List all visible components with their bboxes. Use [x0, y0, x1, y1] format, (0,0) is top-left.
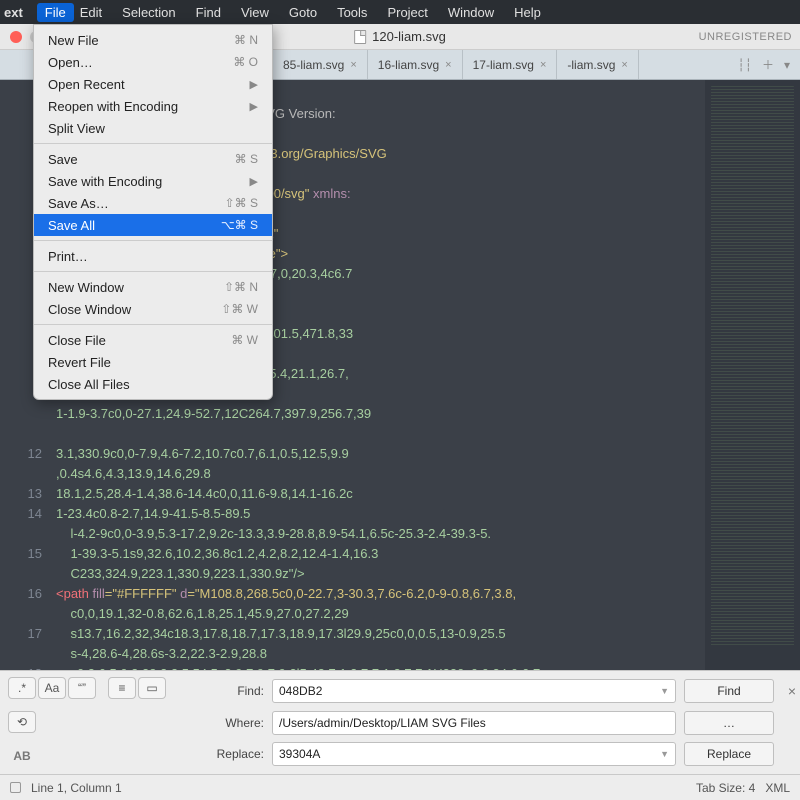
wrap-toggle[interactable]: ⟲	[8, 711, 36, 733]
menu-item-new-file[interactable]: New File⌘ N	[34, 29, 272, 51]
menu-window[interactable]: Window	[448, 5, 494, 20]
find-button[interactable]: Find	[684, 679, 774, 703]
submenu-icon: ▶	[250, 100, 258, 113]
tab-17-liam[interactable]: 17-liam.svg×	[463, 50, 558, 79]
panel-switcher-icon[interactable]	[10, 782, 21, 793]
history-dropdown-icon[interactable]: ▼	[660, 749, 669, 759]
find-options: .* Aa “” ≡ ▭ ⟲ AB	[0, 671, 210, 774]
menu-bar: ext File Edit Selection Find View Goto T…	[0, 0, 800, 24]
menu-project[interactable]: Project	[387, 5, 427, 20]
regex-toggle[interactable]: .*	[8, 677, 36, 699]
menu-item-print[interactable]: Print…	[34, 245, 272, 267]
menu-item-reopen-encoding[interactable]: Reopen with Encoding▶	[34, 95, 272, 117]
menu-item-save[interactable]: Save⌘ S	[34, 148, 272, 170]
menu-separator	[34, 324, 272, 325]
whole-word-toggle[interactable]: “”	[68, 677, 96, 699]
replace-input[interactable]: 39304A▼	[272, 742, 676, 766]
menu-help[interactable]: Help	[514, 5, 541, 20]
menu-file[interactable]: File	[37, 3, 74, 22]
in-selection-toggle[interactable]: ≡	[108, 677, 136, 699]
replace-label: Replace:	[210, 747, 268, 761]
submenu-icon: ▶	[250, 175, 258, 188]
find-input[interactable]: 048DB2▼	[272, 679, 676, 703]
menu-separator	[34, 240, 272, 241]
close-icon[interactable]: ×	[621, 59, 627, 71]
close-window-icon[interactable]	[10, 31, 22, 43]
menu-find[interactable]: Find	[196, 5, 221, 20]
menu-item-save-all[interactable]: Save All⌥⌘ S	[34, 214, 272, 236]
menu-separator	[34, 271, 272, 272]
show-context-toggle[interactable]: ▭	[138, 677, 166, 699]
menu-view[interactable]: View	[241, 5, 269, 20]
submenu-icon: ▶	[250, 78, 258, 91]
close-icon[interactable]: ×	[350, 59, 356, 71]
file-menu-dropdown: New File⌘ N Open…⌘ O Open Recent▶ Reopen…	[33, 24, 273, 400]
close-panel-icon[interactable]: ×	[784, 683, 800, 699]
find-replace-panel: .* Aa “” ≡ ▭ ⟲ AB Find: 048DB2▼ Find × W…	[0, 670, 800, 774]
menu-item-save-as[interactable]: Save As…⇧⌘ S	[34, 192, 272, 214]
menu-edit[interactable]: Edit	[80, 5, 102, 20]
menu-item-new-window[interactable]: New Window⇧⌘ N	[34, 276, 272, 298]
status-bar: Line 1, Column 1 Tab Size: 4 XML	[0, 774, 800, 800]
menu-item-save-encoding[interactable]: Save with Encoding▶	[34, 170, 272, 192]
menu-item-close-file[interactable]: Close File⌘ W	[34, 329, 272, 351]
window-title: 120-liam.svg	[372, 29, 446, 44]
tab-liam[interactable]: -liam.svg×	[557, 50, 638, 79]
where-label: Where:	[210, 716, 268, 730]
preserve-case-toggle[interactable]: AB	[8, 745, 36, 767]
replace-button[interactable]: Replace	[684, 742, 774, 766]
tab-16-liam[interactable]: 16-liam.svg×	[368, 50, 463, 79]
tab-size-selector[interactable]: Tab Size: 4	[696, 781, 755, 795]
minimap[interactable]	[705, 80, 800, 670]
where-browse-button[interactable]: …	[684, 711, 774, 735]
menu-item-split-view[interactable]: Split View	[34, 117, 272, 139]
menu-item-close-window[interactable]: Close Window⇧⌘ W	[34, 298, 272, 320]
menu-goto[interactable]: Goto	[289, 5, 317, 20]
close-icon[interactable]: ×	[445, 59, 451, 71]
menu-item-open-recent[interactable]: Open Recent▶	[34, 73, 272, 95]
case-sensitive-toggle[interactable]: Aa	[38, 677, 66, 699]
menu-item-open[interactable]: Open…⌘ O	[34, 51, 272, 73]
tab-85-liam[interactable]: 85-liam.svg×	[273, 50, 368, 79]
find-label: Find:	[210, 684, 268, 698]
app-name: ext	[4, 5, 23, 20]
tab-scroll-icon[interactable]: ┆┆	[738, 58, 752, 72]
cursor-position[interactable]: Line 1, Column 1	[31, 781, 122, 795]
menu-item-close-all-files[interactable]: Close All Files	[34, 373, 272, 395]
where-input[interactable]: /Users/admin/Desktop/LIAM SVG Files	[272, 711, 676, 735]
document-icon	[354, 30, 366, 44]
history-dropdown-icon[interactable]: ▼	[660, 686, 669, 696]
syntax-selector[interactable]: XML	[765, 781, 790, 795]
menu-tools[interactable]: Tools	[337, 5, 367, 20]
menu-item-revert-file[interactable]: Revert File	[34, 351, 272, 373]
new-tab-icon[interactable]: ＋	[762, 56, 774, 73]
menu-selection[interactable]: Selection	[122, 5, 175, 20]
tab-dropdown-icon[interactable]: ▾	[784, 58, 790, 72]
menu-separator	[34, 143, 272, 144]
close-icon[interactable]: ×	[540, 59, 546, 71]
unregistered-label: UNREGISTERED	[699, 31, 792, 43]
